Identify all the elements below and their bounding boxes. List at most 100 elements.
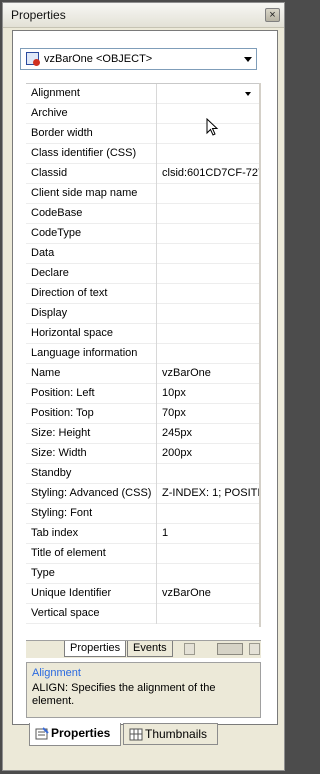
property-row[interactable]: Type [26, 564, 260, 584]
property-name: Alignment [26, 84, 157, 104]
description-pane: Alignment ALIGN: Specifies the alignment… [26, 662, 261, 718]
property-row[interactable]: Name vzBarOne [26, 364, 260, 384]
close-button[interactable]: × [265, 8, 280, 22]
property-value[interactable] [158, 544, 260, 564]
property-row[interactable]: Archive [26, 104, 260, 124]
description-text: ALIGN: Specifies the alignment of the el… [32, 682, 216, 707]
property-value[interactable]: clsid:601CD7CF-727 [158, 164, 260, 184]
property-row[interactable]: Unique Identifier vzBarOne [26, 584, 260, 604]
property-row[interactable]: Position: Left 10px [26, 384, 260, 404]
property-value[interactable]: 1 [158, 524, 260, 544]
property-value[interactable]: vzBarOne [158, 364, 260, 384]
property-name: Horizontal space [26, 324, 157, 344]
horizontal-scrollbar[interactable] [184, 643, 260, 656]
property-name: Archive [26, 104, 157, 124]
property-value[interactable]: Z-INDEX: 1; POSITI [158, 484, 260, 504]
property-name: Data [26, 244, 157, 264]
property-name: Position: Top [26, 404, 157, 424]
tab-thumbnails[interactable]: Thumbnails [123, 723, 218, 745]
property-row[interactable]: Standby [26, 464, 260, 484]
property-row[interactable]: Declare [26, 264, 260, 284]
property-value[interactable]: 200px [158, 444, 260, 464]
property-value[interactable] [158, 564, 260, 584]
property-row[interactable]: Position: Top 70px [26, 404, 260, 424]
scroll-right-icon[interactable] [249, 643, 260, 655]
property-row[interactable]: CodeBase [26, 204, 260, 224]
property-value[interactable]: 245px [158, 424, 260, 444]
property-name: Class identifier (CSS) [26, 144, 157, 164]
property-row[interactable]: Styling: Font [26, 504, 260, 524]
grid-scrollbar-edge[interactable] [259, 83, 261, 627]
property-name: Type [26, 564, 157, 584]
property-value[interactable] [158, 604, 260, 624]
title-bar[interactable]: Properties × [3, 3, 284, 28]
property-value[interactable]: vzBarOne [158, 584, 260, 604]
property-row[interactable]: Display [26, 304, 260, 324]
description-title: Alignment [32, 667, 81, 679]
property-row[interactable]: Class identifier (CSS) [26, 144, 260, 164]
property-row[interactable]: Size: Height 245px [26, 424, 260, 444]
property-value[interactable]: 10px [158, 384, 260, 404]
tab-thumbnails-label: Thumbnails [145, 727, 208, 741]
property-row[interactable]: Direction of text [26, 284, 260, 304]
property-value[interactable] [158, 304, 260, 324]
property-row[interactable]: CodeType [26, 224, 260, 244]
property-row[interactable]: Border width [26, 124, 260, 144]
object-selector-value: vzBarOne <OBJECT> [44, 53, 153, 65]
scroll-thumb[interactable] [217, 643, 243, 655]
property-value[interactable] [158, 184, 260, 204]
property-value[interactable] [158, 244, 260, 264]
property-name: Position: Left [26, 384, 157, 404]
properties-icon [35, 727, 49, 740]
property-name: Client side map name [26, 184, 157, 204]
property-name: Tab index [26, 524, 157, 544]
property-row[interactable]: Size: Width 200px [26, 444, 260, 464]
property-row[interactable]: Data [26, 244, 260, 264]
property-value[interactable] [158, 284, 260, 304]
property-value[interactable] [158, 344, 260, 364]
property-row[interactable]: Styling: Advanced (CSS) Z-INDEX: 1; POSI… [26, 484, 260, 504]
property-row[interactable]: Client side map name [26, 184, 260, 204]
tab-events[interactable]: Events [127, 641, 173, 657]
property-value[interactable] [158, 224, 260, 244]
property-name: Direction of text [26, 284, 157, 304]
property-name: Styling: Advanced (CSS) [26, 484, 157, 504]
property-name: Title of element [26, 544, 157, 564]
object-icon [26, 52, 40, 66]
property-value[interactable] [158, 324, 260, 344]
property-name: Unique Identifier [26, 584, 157, 604]
property-value[interactable] [158, 464, 260, 484]
tab-properties-inner[interactable]: Properties [64, 641, 127, 657]
property-row[interactable]: Title of element [26, 544, 260, 564]
property-row[interactable]: Alignment [26, 84, 260, 104]
tab-events-label: Events [133, 642, 167, 654]
close-icon: × [269, 9, 276, 21]
scroll-left-icon[interactable] [184, 643, 195, 655]
property-name: Declare [26, 264, 157, 284]
property-name: Name [26, 364, 157, 384]
dropdown-arrow-icon[interactable] [244, 57, 252, 62]
property-value[interactable]: 70px [158, 404, 260, 424]
property-row[interactable]: Tab index 1 [26, 524, 260, 544]
property-value[interactable] [158, 264, 260, 284]
property-name: Size: Height [26, 424, 157, 444]
property-name: Classid [26, 164, 157, 184]
property-value[interactable] [158, 144, 260, 164]
property-name: CodeType [26, 224, 157, 244]
tab-properties-inner-label: Properties [70, 642, 121, 654]
property-grid: Alignment Archive Border width Class ide… [26, 83, 260, 628]
property-row[interactable]: Classid clsid:601CD7CF-727 [26, 164, 260, 184]
property-name: Styling: Font [26, 504, 157, 524]
property-value[interactable] [158, 204, 260, 224]
property-value[interactable] [158, 504, 260, 524]
property-row[interactable]: Language information [26, 344, 260, 364]
property-row[interactable]: Horizontal space [26, 324, 260, 344]
property-name: Size: Width [26, 444, 157, 464]
dropdown-arrow-icon[interactable] [245, 92, 251, 96]
property-name: Language information [26, 344, 157, 364]
property-row[interactable]: Vertical space [26, 604, 260, 624]
tab-properties[interactable]: Properties [29, 723, 121, 746]
mouse-pointer-icon [206, 118, 219, 136]
object-selector[interactable]: vzBarOne <OBJECT> [20, 48, 257, 70]
property-name: Border width [26, 124, 157, 144]
